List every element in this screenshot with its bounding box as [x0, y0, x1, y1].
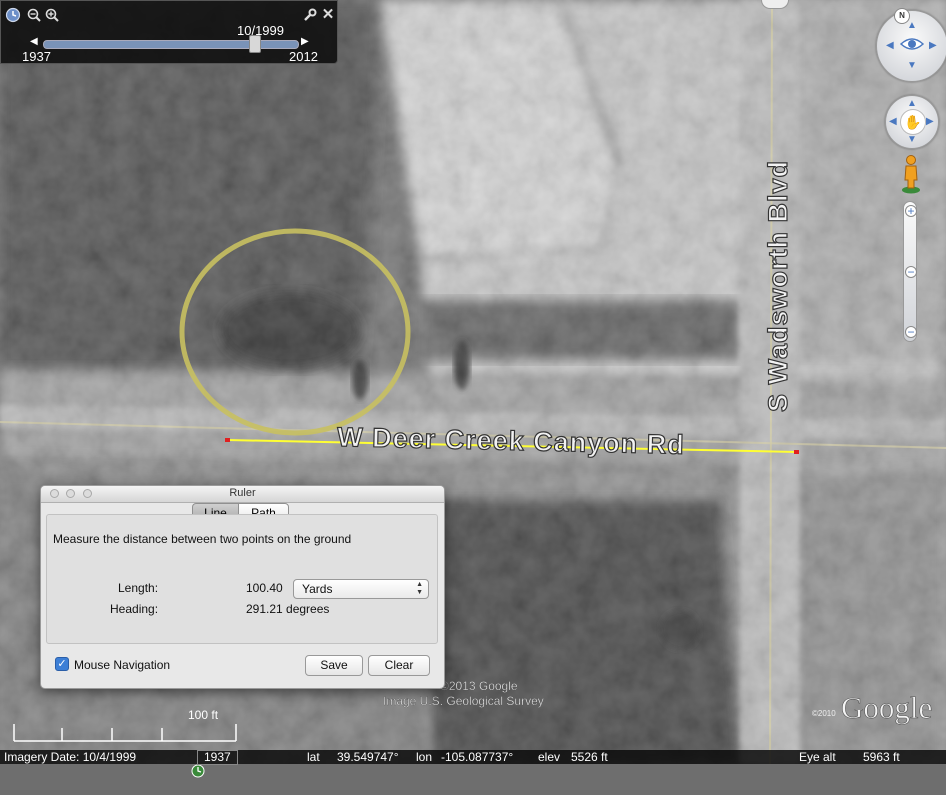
- pan-down-arrow[interactable]: ▼: [907, 135, 917, 145]
- look-right-arrow[interactable]: ▶: [929, 41, 937, 51]
- ruler-start-point[interactable]: [225, 438, 230, 442]
- step-forward-icon[interactable]: ▶: [301, 36, 309, 47]
- ruler-end-point[interactable]: [794, 450, 799, 454]
- unit-select[interactable]: Yards ▲ ▼: [293, 579, 429, 599]
- street-view-pegman-icon[interactable]: [900, 154, 922, 194]
- lon-label: lon: [416, 750, 433, 764]
- road-label-vertical: S Wadsworth Blvd: [763, 160, 793, 412]
- move-control[interactable]: ✋ ▲ ▼ ◀ ▶: [885, 95, 939, 149]
- ruler-titlebar[interactable]: Ruler: [41, 486, 444, 503]
- historical-imagery-slider: ✕ 10/1999 ◀ ▶ 1937 2012: [0, 0, 338, 64]
- imagery-date: Imagery Date: 10/4/1999: [4, 750, 137, 764]
- zoom-out-icon[interactable]: [26, 7, 42, 23]
- length-label: Length:: [118, 581, 159, 595]
- scale-label: 100 ft: [188, 708, 219, 722]
- zoom-slider[interactable]: + − −: [903, 201, 917, 342]
- look-control[interactable]: N ▲ ▼ ◀ ▶: [876, 8, 946, 82]
- lat-value: 39.549747°: [337, 750, 399, 764]
- zoom-in-button[interactable]: +: [905, 205, 917, 217]
- eye-icon[interactable]: [899, 34, 925, 54]
- timebar-start-year: 1937: [22, 49, 51, 64]
- copyright-usgs: Image U.S. Geological Survey: [383, 694, 544, 708]
- zoom-out-button[interactable]: −: [905, 326, 917, 338]
- heading-label: Heading:: [110, 602, 159, 616]
- clear-button[interactable]: Clear: [368, 655, 430, 676]
- step-back-icon[interactable]: ◀: [30, 36, 38, 47]
- year-box[interactable]: 1937: [197, 750, 238, 765]
- ruler-dialog: Ruler Line Path Measure the distance bet…: [40, 485, 445, 689]
- select-arrows-icon: ▲ ▼: [416, 581, 423, 596]
- save-button[interactable]: Save: [305, 655, 363, 676]
- clock-icon[interactable]: [5, 7, 21, 23]
- look-down-arrow[interactable]: ▼: [907, 61, 917, 71]
- unit-select-value: Yards: [302, 582, 333, 596]
- elev-label: elev: [538, 750, 561, 764]
- elev-value: 5526 ft: [571, 750, 608, 764]
- wrench-icon[interactable]: [302, 7, 318, 23]
- zoom-slider-thumb[interactable]: −: [905, 266, 917, 278]
- pan-right-arrow[interactable]: ▶: [926, 117, 934, 127]
- look-up-arrow[interactable]: ▲: [907, 21, 917, 31]
- hand-icon[interactable]: ✋: [900, 109, 926, 135]
- heading-value: 291.21 degrees: [246, 602, 330, 616]
- eye-alt-value: 5963 ft: [863, 750, 900, 764]
- lon-value: -105.087737°: [441, 750, 514, 764]
- pan-up-arrow[interactable]: ▲: [907, 99, 917, 109]
- length-value: 100.40: [246, 581, 283, 595]
- google-logo: Google: [841, 690, 932, 725]
- timebar-thumb[interactable]: [249, 35, 262, 53]
- copyright-google: ©2013 Google: [440, 679, 518, 693]
- mouse-navigation-checkbox[interactable]: ✓: [55, 657, 69, 671]
- pan-left-arrow[interactable]: ◀: [889, 117, 897, 127]
- ruler-title: Ruler: [229, 487, 256, 499]
- zoom-in-icon[interactable]: [44, 7, 60, 23]
- close-icon[interactable]: ✕: [320, 7, 336, 23]
- ruler-description: Measure the distance between two points …: [53, 532, 352, 546]
- copyright-small: ©2010: [812, 709, 836, 718]
- lat-label: lat: [307, 750, 320, 764]
- look-left-arrow[interactable]: ◀: [886, 41, 894, 51]
- timebar-end-year: 2012: [289, 49, 318, 64]
- status-bar: Imagery Date: 10/4/1999 1937 lat 39.5497…: [0, 750, 946, 778]
- mouse-navigation-label[interactable]: Mouse Navigation: [74, 658, 170, 672]
- eye-alt-label: Eye alt: [799, 750, 836, 764]
